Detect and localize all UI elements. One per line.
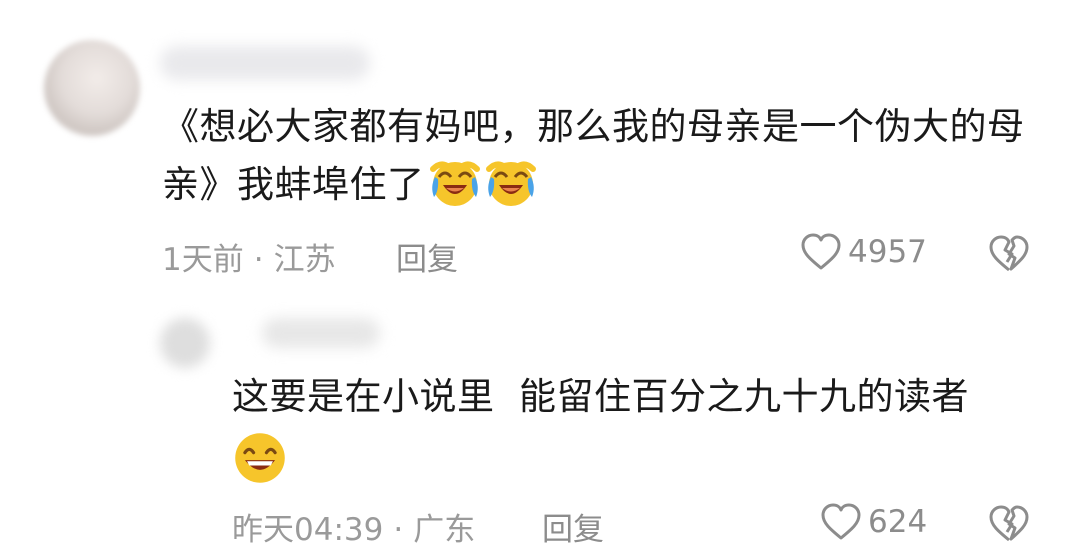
comment-meta: 1天前 · 江苏 [162, 234, 336, 279]
reply-username-blurred[interactable] [262, 318, 380, 348]
like-count: 4957 [848, 234, 927, 270]
reply-text: 这要是在小说里 能留住百分之九十九的读者 [232, 368, 1032, 491]
comment-text: 《想必大家都有妈吧，那么我的母亲是一个伪大的母亲》我蚌埠住了 [162, 98, 1042, 214]
meta-separator: · [253, 242, 264, 278]
like-button[interactable]: 4957 [800, 232, 927, 272]
reply-reply-button[interactable]: 回复 [542, 504, 604, 549]
heart-outline-icon [801, 233, 841, 270]
avatar[interactable] [44, 40, 140, 136]
dislike-button[interactable] [988, 234, 1030, 278]
laugh-cry-emoji [429, 161, 480, 206]
comment-time: 1天前 [162, 242, 244, 278]
reply-like-count: 624 [868, 504, 928, 540]
reply-avatar[interactable] [160, 318, 210, 368]
comment-location: 江苏 [273, 242, 336, 278]
reply-body: 这要是在小说里 能留住百分之九十九的读者 [232, 375, 970, 418]
meta-separator: · [393, 512, 404, 548]
broken-heart-icon [989, 235, 1029, 272]
heart-outline-icon [821, 503, 861, 540]
comment-body: 《想必大家都有妈吧，那么我的母亲是一个伪大的母亲》我蚌埠住了 [162, 105, 1025, 206]
reply-time: 昨天04:39 [232, 512, 384, 548]
laugh-cry-emoji [485, 161, 536, 206]
broken-heart-icon [989, 505, 1029, 542]
username-blurred[interactable] [160, 46, 370, 80]
reply-button[interactable]: 回复 [396, 234, 458, 279]
reply-meta: 昨天04:39 · 广东 [232, 504, 475, 549]
grin-emoji [235, 433, 285, 483]
reply-location: 广东 [413, 512, 476, 548]
reply-like-button[interactable]: 624 [820, 502, 927, 542]
reply-dislike-button[interactable] [988, 504, 1030, 548]
